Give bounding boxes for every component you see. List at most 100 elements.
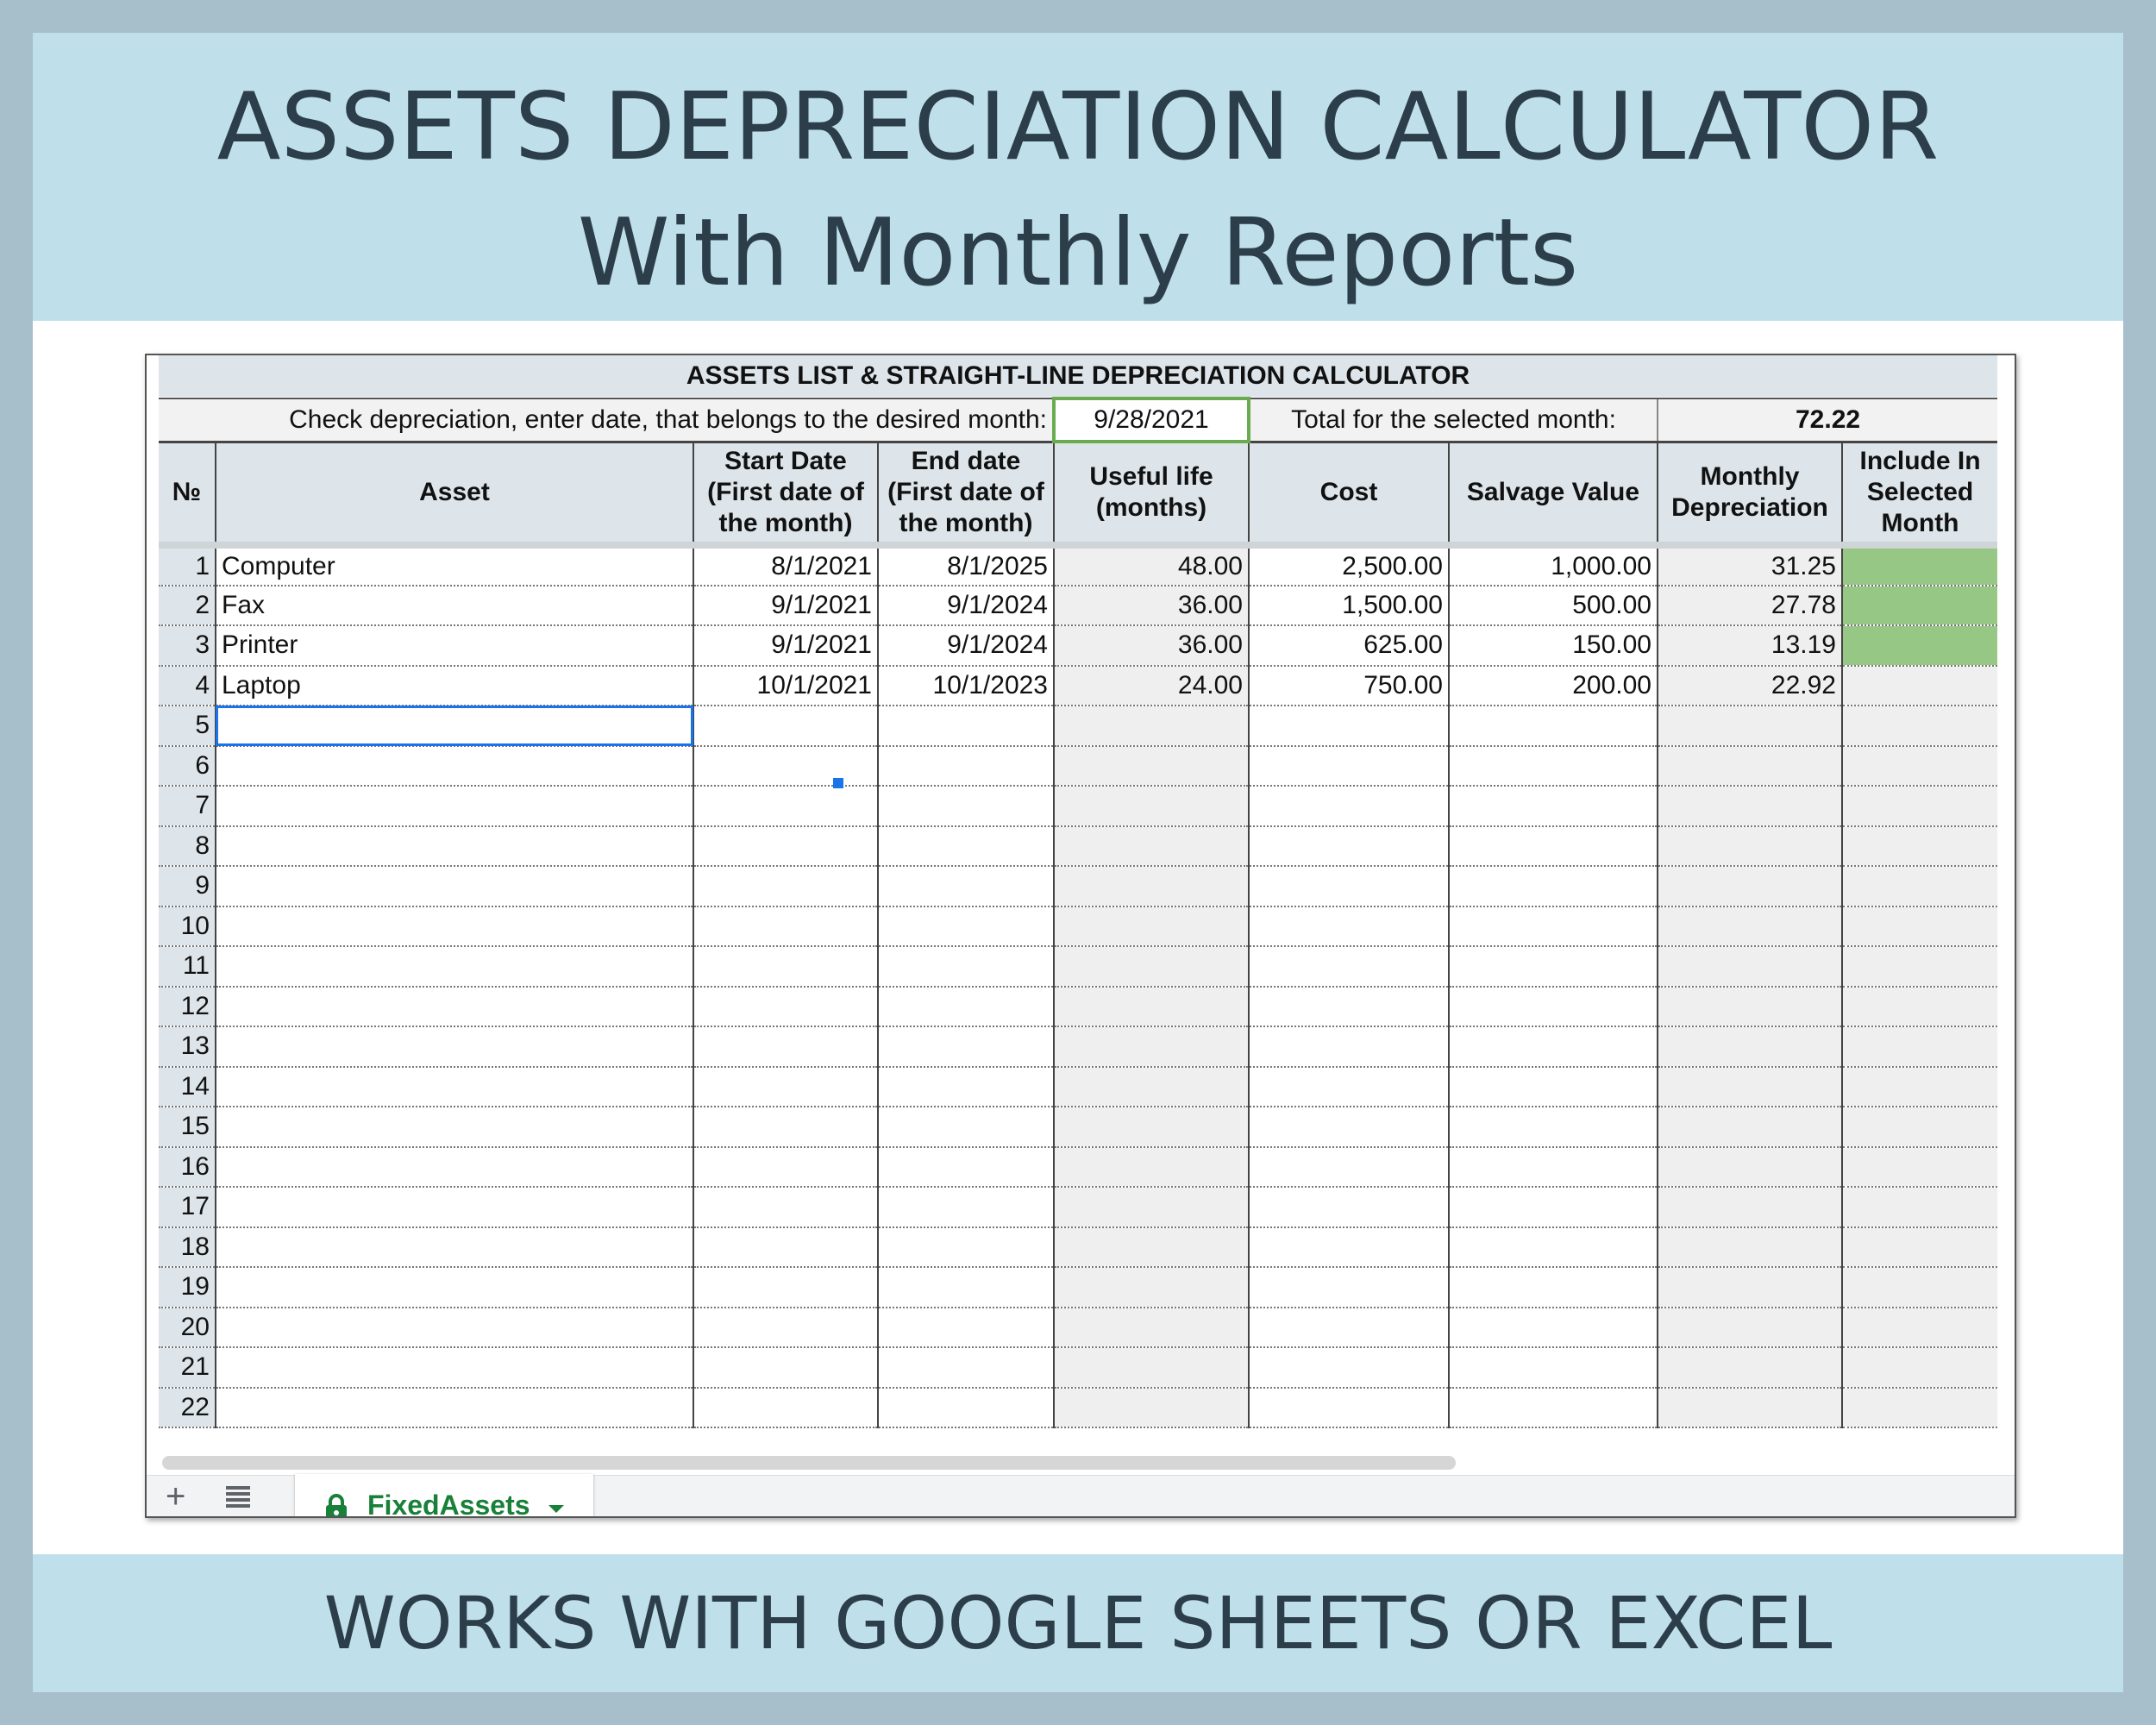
monthly-depreciation-cell[interactable] (1657, 1107, 1842, 1148)
asset-cell[interactable] (215, 1187, 693, 1228)
end-date-cell[interactable] (877, 1146, 1054, 1188)
useful-life-cell[interactable] (1053, 1026, 1249, 1068)
end-date-cell[interactable] (877, 706, 1054, 747)
start-date-cell[interactable] (693, 825, 878, 867)
end-date-cell[interactable] (877, 1307, 1054, 1348)
include-in-month-cell[interactable] (1840, 625, 1997, 667)
asset-cell[interactable] (215, 1387, 693, 1428)
end-date-cell[interactable]: 8/1/2025 (877, 545, 1054, 586)
monthly-depreciation-cell[interactable] (1657, 1066, 1842, 1107)
cost-cell[interactable]: 2,500.00 (1248, 545, 1449, 586)
monthly-depreciation-cell[interactable] (1657, 1267, 1842, 1308)
monthly-depreciation-cell[interactable] (1657, 906, 1842, 947)
salvage-value-cell[interactable] (1448, 866, 1658, 907)
start-date-cell[interactable] (693, 1066, 878, 1107)
useful-life-cell[interactable]: 36.00 (1053, 585, 1249, 626)
monthly-depreciation-cell[interactable]: 27.78 (1657, 585, 1842, 626)
salvage-value-cell[interactable] (1448, 1267, 1658, 1308)
salvage-value-cell[interactable] (1448, 825, 1658, 867)
salvage-value-cell[interactable] (1448, 986, 1658, 1027)
header-cost[interactable]: Cost (1248, 442, 1449, 549)
start-date-cell[interactable]: 10/1/2021 (693, 665, 878, 706)
useful-life-cell[interactable] (1053, 1226, 1249, 1268)
end-date-cell[interactable]: 10/1/2023 (877, 665, 1054, 706)
include-in-month-cell[interactable] (1840, 665, 1997, 706)
cost-cell[interactable] (1248, 1107, 1449, 1148)
monthly-depreciation-cell[interactable] (1657, 1146, 1842, 1188)
useful-life-cell[interactable] (1053, 946, 1249, 988)
useful-life-cell[interactable] (1053, 1107, 1249, 1148)
end-date-cell[interactable] (877, 1066, 1054, 1107)
cost-cell[interactable] (1248, 1347, 1449, 1389)
monthly-depreciation-cell[interactable]: 13.19 (1657, 625, 1842, 667)
end-date-cell[interactable] (877, 906, 1054, 947)
include-in-month-cell[interactable] (1840, 946, 1997, 988)
asset-cell[interactable] (215, 946, 693, 988)
header-number[interactable]: № (159, 442, 216, 549)
monthly-depreciation-cell[interactable]: 31.25 (1657, 545, 1842, 586)
monthly-depreciation-cell[interactable] (1657, 1226, 1842, 1268)
include-in-month-cell[interactable] (1840, 1066, 1997, 1107)
plus-icon[interactable]: + (166, 1479, 185, 1514)
asset-cell[interactable] (215, 706, 693, 747)
end-date-cell[interactable] (877, 1107, 1054, 1148)
asset-cell[interactable] (215, 1267, 693, 1308)
start-date-cell[interactable] (693, 1307, 878, 1348)
include-in-month-cell[interactable] (1840, 1026, 1997, 1068)
start-date-cell[interactable] (693, 1226, 878, 1268)
useful-life-cell[interactable]: 48.00 (1053, 545, 1249, 586)
header-monthly-depreciation[interactable]: Monthly Depreciation (1657, 442, 1842, 549)
header-useful-life[interactable]: Useful life (months) (1053, 442, 1249, 549)
useful-life-cell[interactable] (1053, 1307, 1249, 1348)
monthly-depreciation-cell[interactable] (1657, 1387, 1842, 1428)
asset-cell[interactable] (215, 1226, 693, 1268)
header-salvage-value[interactable]: Salvage Value (1448, 442, 1658, 549)
include-in-month-cell[interactable] (1840, 825, 1997, 867)
header-include-in-month[interactable]: Include In Selected Month (1840, 442, 1997, 549)
salvage-value-cell[interactable] (1448, 1107, 1658, 1148)
start-date-cell[interactable]: 8/1/2021 (693, 545, 878, 586)
include-in-month-cell[interactable] (1840, 986, 1997, 1027)
asset-cell[interactable] (215, 906, 693, 947)
start-date-cell[interactable]: 9/1/2021 (693, 585, 878, 626)
salvage-value-cell[interactable]: 1,000.00 (1448, 545, 1658, 586)
cost-cell[interactable] (1248, 1387, 1449, 1428)
include-in-month-cell[interactable] (1840, 1226, 1997, 1268)
end-date-cell[interactable] (877, 1226, 1054, 1268)
start-date-cell[interactable]: 9/1/2021 (693, 625, 878, 667)
useful-life-cell[interactable] (1053, 1387, 1249, 1428)
cost-cell[interactable] (1248, 1066, 1449, 1107)
useful-life-cell[interactable] (1053, 906, 1249, 947)
salvage-value-cell[interactable] (1448, 706, 1658, 747)
end-date-cell[interactable] (877, 1347, 1054, 1389)
useful-life-cell[interactable] (1053, 986, 1249, 1027)
cost-cell[interactable] (1248, 1146, 1449, 1188)
end-date-cell[interactable] (877, 745, 1054, 787)
start-date-cell[interactable] (693, 986, 878, 1027)
asset-cell[interactable]: Laptop (215, 665, 693, 706)
start-date-cell[interactable] (693, 706, 878, 747)
include-in-month-cell[interactable] (1840, 786, 1997, 827)
end-date-cell[interactable]: 9/1/2024 (877, 625, 1054, 667)
include-in-month-cell[interactable] (1840, 866, 1997, 907)
cost-cell[interactable] (1248, 906, 1449, 947)
include-in-month-cell[interactable] (1840, 1146, 1997, 1188)
monthly-depreciation-cell[interactable]: 22.92 (1657, 665, 1842, 706)
useful-life-cell[interactable]: 36.00 (1053, 625, 1249, 667)
include-in-month-cell[interactable] (1840, 706, 1997, 747)
start-date-cell[interactable] (693, 1146, 878, 1188)
cost-cell[interactable] (1248, 1187, 1449, 1228)
useful-life-cell[interactable] (1053, 1146, 1249, 1188)
cost-cell[interactable] (1248, 825, 1449, 867)
include-in-month-cell[interactable] (1840, 906, 1997, 947)
include-in-month-cell[interactable] (1840, 745, 1997, 787)
include-in-month-cell[interactable] (1840, 1187, 1997, 1228)
start-date-cell[interactable] (693, 1187, 878, 1228)
sheet-tab-fixedassets[interactable]: FixedAssets (295, 1474, 593, 1516)
asset-cell[interactable]: Computer (215, 545, 693, 586)
end-date-cell[interactable] (877, 1267, 1054, 1308)
cost-cell[interactable] (1248, 1226, 1449, 1268)
salvage-value-cell[interactable] (1448, 1347, 1658, 1389)
salvage-value-cell[interactable] (1448, 1387, 1658, 1428)
start-date-cell[interactable] (693, 786, 878, 827)
